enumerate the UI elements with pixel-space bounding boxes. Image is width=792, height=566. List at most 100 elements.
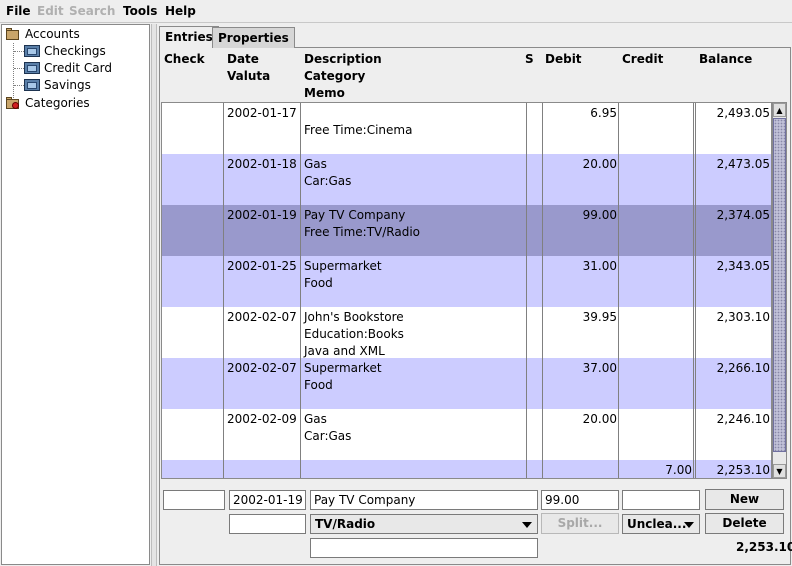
cell-date: 2002-02-07 [227,361,297,375]
cell-balance: 2,246.10 [716,412,770,426]
tree-connector [14,51,24,52]
split-pane-divider[interactable] [151,24,157,566]
scroll-down-arrow-icon[interactable]: ▼ [773,464,786,478]
column-divider [542,103,543,478]
table-vertical-scrollbar[interactable]: ▲ ▼ [772,102,787,479]
column-header-category[interactable]: Category [304,69,365,83]
menu-search[interactable]: Search [69,4,115,18]
menu-bar: File Edit Search Tools Help [0,0,792,23]
cell-debit: 39.95 [582,310,617,324]
column-divider [300,103,301,478]
column-divider [223,103,224,478]
column-header-credit[interactable]: Credit [622,52,663,66]
delete-entry-button[interactable]: Delete [705,513,784,534]
description-input[interactable]: Pay TV Company [310,490,538,510]
bank-account-icon [24,45,40,57]
column-header-date[interactable]: Date [227,52,259,66]
tree-item-checkings[interactable]: Checkings [24,43,106,59]
cell-category: Food [304,276,333,290]
cell-debit: 6.95 [590,106,617,120]
bank-account-icon [24,79,40,91]
tree-item-categories[interactable]: Categories [5,95,90,111]
column-divider [695,103,696,478]
credit-input[interactable] [622,490,700,510]
tree-item-label: Categories [25,96,90,110]
cell-debit: 20.00 [582,157,617,171]
tree-connector [14,85,24,86]
tree-item-label: Checkings [44,44,106,58]
column-header-status[interactable]: S [525,52,534,66]
date-input[interactable]: 2002-01-19 [229,490,306,510]
account-total: 2,253.10 [736,540,792,554]
cell-date: 2002-01-17 [227,106,297,120]
menu-tools[interactable]: Tools [123,4,157,18]
cell-debit: 31.00 [582,259,617,273]
new-entry-button[interactable]: New [705,489,784,510]
cell-category: Free Time:Cinema [304,123,413,137]
cell-balance: 2,343.05 [716,259,770,273]
table-row[interactable]: 2002-01-18 Gas Car:Gas 20.00 2,473.05 [162,154,771,205]
tree-item-label: Savings [44,78,91,92]
cell-date: 2002-01-19 [227,208,297,222]
category-select[interactable]: TV/Radio [310,514,538,534]
cell-description: Supermarket [304,259,382,273]
account-tree: Accounts Checkings Credit Card Savings C… [1,24,150,565]
table-row-selected[interactable]: 2002-01-19 Pay TV Company Free Time:TV/R… [162,205,771,256]
menu-edit[interactable]: Edit [37,4,64,18]
cell-description: John's Bookstore [304,310,404,324]
column-header-check[interactable]: Check [164,52,205,66]
tab-properties[interactable]: Properties [212,27,295,48]
menu-help[interactable]: Help [165,4,196,18]
table-row[interactable]: 2002-02-09 Gas Car:Gas 20.00 2,246.10 [162,409,771,460]
menu-file[interactable]: File [6,4,31,18]
cell-balance: 2,266.10 [716,361,770,375]
bank-account-icon [24,62,40,74]
cell-debit: 99.00 [582,208,617,222]
split-button[interactable]: Split... [541,513,619,534]
debit-input[interactable]: 99.00 [541,490,619,510]
cell-credit: 7.00 [665,463,692,477]
column-header-debit[interactable]: Debit [545,52,582,66]
cell-balance: 2,473.05 [716,157,770,171]
column-header-balance[interactable]: Balance [699,52,752,66]
status-select-value: Unclea... [627,517,687,531]
cell-category: Free Time:TV/Radio [304,225,420,239]
table-row[interactable]: 2002-02-07 John's Bookstore Education:Bo… [162,307,771,358]
chevron-down-icon [684,522,694,528]
category-select-value: TV/Radio [315,517,376,531]
cell-balance: 2,374.05 [716,208,770,222]
column-divider [526,103,527,478]
cell-category: Education:Books [304,327,404,341]
column-header-memo[interactable]: Memo [304,86,345,100]
status-select[interactable]: Unclea... [622,514,700,534]
tree-item-accounts[interactable]: Accounts [5,26,80,42]
check-number-input[interactable] [163,490,225,510]
cell-date: 2002-01-18 [227,157,297,171]
tree-item-label: Credit Card [44,61,112,75]
scroll-up-arrow-icon[interactable]: ▲ [773,103,786,117]
table-row[interactable]: 7.00 2,253.10 [162,460,771,478]
memo-input[interactable] [310,538,538,558]
cell-date: 2002-01-25 [227,259,297,273]
column-header-valuta[interactable]: Valuta [227,69,270,83]
transactions-table[interactable]: 2002-01-17 Free Time:Cinema 6.95 2,493.0… [161,102,772,479]
cell-category: Food [304,378,333,392]
table-row[interactable]: 2002-01-25 Supermarket Food 31.00 2,343.… [162,256,771,307]
table-row[interactable]: 2002-02-07 Supermarket Food 37.00 2,266.… [162,358,771,409]
tree-item-credit-card[interactable]: Credit Card [24,60,112,76]
cell-description: Supermarket [304,361,382,375]
table-row[interactable]: 2002-01-17 Free Time:Cinema 6.95 2,493.0… [162,103,771,154]
column-header-description[interactable]: Description [304,52,382,66]
scrollbar-thumb[interactable] [773,118,786,452]
valuta-input[interactable] [229,514,306,534]
chevron-down-icon [522,522,532,528]
tree-item-label: Accounts [25,27,80,41]
tab-entries[interactable]: Entries [159,26,219,48]
tree-item-savings[interactable]: Savings [24,77,91,93]
cell-date: 2002-02-09 [227,412,297,426]
column-divider [693,103,694,478]
cell-balance: 2,303.10 [716,310,770,324]
cell-balance: 2,493.05 [716,106,770,120]
cell-description: Gas [304,157,327,171]
cell-category: Car:Gas [304,174,352,188]
